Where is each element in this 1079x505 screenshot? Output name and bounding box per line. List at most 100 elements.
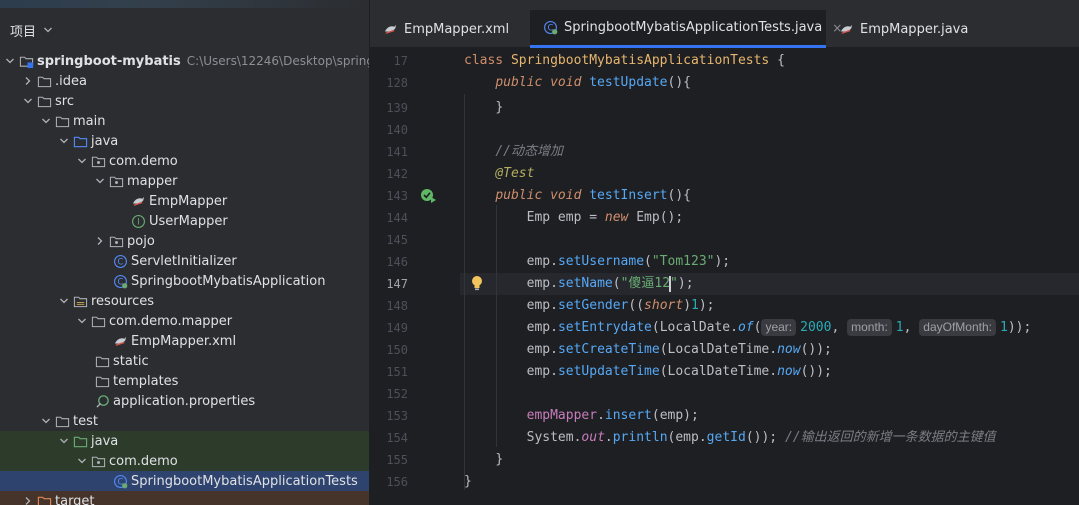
tab-label: SpringbootMybatisApplicationTests.java	[564, 20, 823, 35]
code-line-147[interactable]: emp.setName("傻逼12");	[464, 273, 694, 295]
project-panel-title[interactable]: 项目	[10, 21, 36, 40]
tree-item-target[interactable]: target	[0, 491, 369, 505]
folder-icon	[94, 373, 110, 389]
code-line-139[interactable]: }	[464, 97, 503, 119]
chevron-down-icon[interactable]	[74, 153, 90, 169]
tree-item-label: target	[55, 493, 95, 505]
editor-tab-bar: EmpMapper.xml C SpringbootMybatisApplica…	[370, 10, 1079, 48]
tree-item-springbootmybatisapplication[interactable]: C SpringbootMybatisApplication	[0, 271, 369, 291]
tree-item-label: SpringbootMybatisApplication	[131, 273, 326, 289]
tab-empmapper-xml[interactable]: EmpMapper.xml	[370, 10, 530, 48]
chevron-down-icon[interactable]	[43, 25, 53, 35]
tree-item-label: application.properties	[113, 393, 256, 409]
code-token: (){	[667, 75, 691, 90]
spring-class-icon: C	[112, 273, 128, 289]
tree-item-test-java[interactable]: java	[0, 431, 369, 451]
panel-top-gradient	[0, 0, 369, 8]
tree-item-com-demo[interactable]: com.demo	[0, 151, 369, 171]
package-icon	[90, 153, 106, 169]
code-line-143[interactable]: public void testInsert(){	[464, 185, 691, 207]
chevron-down-icon[interactable]	[74, 453, 90, 469]
tree-item-mapper[interactable]: mapper	[0, 171, 369, 191]
chevron-down-icon[interactable]	[56, 133, 72, 149]
code-line-141[interactable]: //动态增加	[464, 141, 563, 163]
code-token: )	[683, 298, 692, 313]
tree-item-label: mapper	[127, 173, 178, 189]
code-token: testInsert	[589, 188, 668, 203]
code-comment: //动态增加	[495, 144, 563, 159]
tree-item-empmapper[interactable]: EmpMapper	[0, 191, 369, 211]
line-number: 17	[393, 54, 408, 68]
code-token: );	[714, 254, 731, 269]
parameter-hint: year:	[761, 319, 797, 336]
code-annotation: @Test	[495, 166, 535, 181]
code-line-151[interactable]: emp.setUpdateTime(LocalDateTime.now());	[464, 361, 832, 383]
code-line-149[interactable]: emp.setEntrydate(LocalDate.of(year: 2000,…	[464, 317, 1031, 339]
tree-item-templates[interactable]: templates	[0, 371, 369, 391]
chevron-down-icon[interactable]	[38, 413, 54, 429]
code-line-153[interactable]: empMapper.insert(emp);	[464, 405, 699, 427]
tab-label: EmpMapper.xml	[404, 21, 510, 37]
line-number: 155	[386, 453, 408, 467]
code-comment: //输出返回的新增一条数据的主键值	[784, 430, 996, 445]
line-number: 148	[386, 299, 408, 313]
chevron-down-icon[interactable]	[2, 53, 18, 69]
chevron-down-icon[interactable]	[38, 113, 54, 129]
chevron-right-icon[interactable]	[92, 233, 108, 249]
tree-item-src[interactable]: src	[0, 91, 369, 111]
project-panel-header[interactable]: 项目	[0, 10, 369, 50]
chevron-right-icon[interactable]	[20, 493, 36, 505]
code-number: 1	[999, 320, 1008, 335]
chevron-down-icon[interactable]	[92, 173, 108, 189]
tree-item-label: UserMapper	[149, 213, 228, 229]
package-icon	[90, 453, 106, 469]
tab-springbootmybatisapplicationtests[interactable]: C SpringbootMybatisApplicationTests.java…	[530, 10, 842, 48]
chevron-down-icon[interactable]	[74, 313, 90, 329]
code-token: short	[644, 298, 684, 313]
code-line-146[interactable]: emp.setUsername("Tom123");	[464, 251, 731, 273]
spring-properties-icon	[94, 393, 110, 409]
code-line-150[interactable]: emp.setCreateTime(LocalDateTime.now());	[464, 339, 832, 361]
code-line-148[interactable]: emp.setGender((short)1);	[464, 295, 715, 317]
tree-item-empmapper-xml[interactable]: EmpMapper.xml	[0, 331, 369, 351]
code-line-128[interactable]: public void testUpdate(){	[464, 72, 691, 94]
chevron-down-icon[interactable]	[56, 293, 72, 309]
tree-item-main[interactable]: main	[0, 111, 369, 131]
code-line-142[interactable]: @Test	[464, 163, 534, 185]
tab-empmapper-java[interactable]: EmpMapper.java	[826, 10, 976, 48]
run-test-passed-icon[interactable]	[420, 188, 438, 204]
code-number: 1	[691, 298, 699, 313]
tree-item-resources[interactable]: resources	[0, 291, 369, 311]
code-token: (	[651, 320, 660, 335]
chevron-down-icon[interactable]	[56, 433, 72, 449]
tree-item-idea[interactable]: .idea	[0, 71, 369, 91]
tree-item-test-com-demo[interactable]: com.demo	[0, 451, 369, 471]
code-line-154[interactable]: System.out.println(emp.getId()); //输出返回的…	[464, 427, 996, 449]
code-token: );	[698, 298, 715, 313]
chevron-right-icon[interactable]	[20, 73, 36, 89]
code-line-155[interactable]: }	[464, 449, 503, 471]
test-class-icon: C	[112, 473, 128, 489]
project-path: C:\Users\12246\Desktop\springbo	[186, 54, 370, 68]
chevron-down-icon[interactable]	[20, 93, 36, 109]
tree-item-springbootmybatisapplicationtests[interactable]: C SpringbootMybatisApplicationTests	[0, 471, 369, 491]
tree-item-label: SpringbootMybatisApplicationTests	[131, 473, 358, 489]
tree-item-label: src	[55, 93, 74, 109]
tree-item-springboot-mybatis[interactable]: springboot-mybatis C:\Users\12246\Deskto…	[0, 51, 370, 71]
code-line-156[interactable]: }	[464, 471, 472, 493]
code-token: ());	[745, 430, 785, 445]
tree-item-application-properties[interactable]: application.properties	[0, 391, 369, 411]
tree-item-pojo[interactable]: pojo	[0, 231, 369, 251]
class-icon: C	[112, 253, 128, 269]
tree-item-test[interactable]: test	[0, 411, 369, 431]
code-line-17[interactable]: class SpringbootMybatisApplicationTests …	[464, 50, 785, 72]
tree-item-static[interactable]: static	[0, 351, 369, 371]
tree-item-servletinitializer[interactable]: C ServletInitializer	[0, 251, 369, 271]
mybatis-mapper-icon	[838, 21, 854, 37]
tree-item-com-demo-mapper[interactable]: com.demo.mapper	[0, 311, 369, 331]
code-token: insert	[604, 408, 652, 423]
code-line-144[interactable]: Emp emp = new Emp();	[464, 207, 684, 229]
code-number: 1	[895, 320, 904, 335]
tree-item-java[interactable]: java	[0, 131, 369, 151]
tree-item-usermapper[interactable]: I UserMapper	[0, 211, 369, 231]
